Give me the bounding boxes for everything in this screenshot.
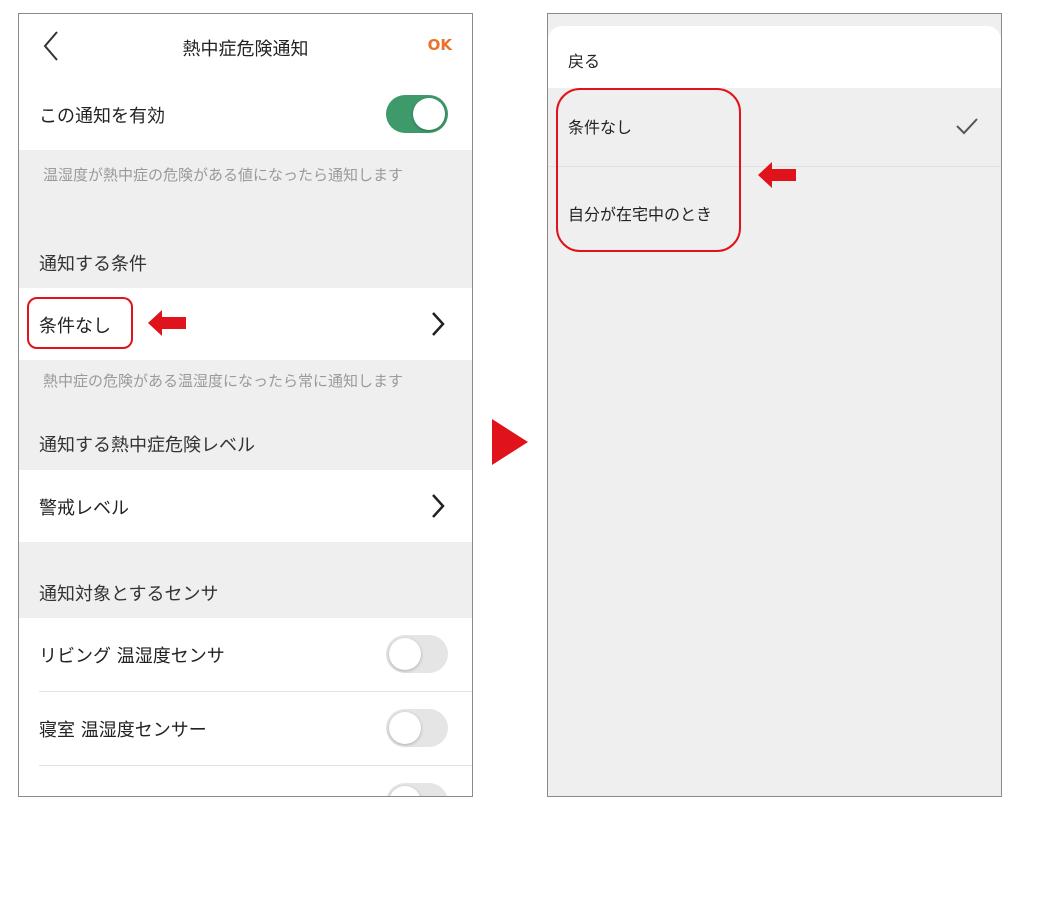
sensor-row[interactable]: リビング 温湿度センサ (19, 618, 472, 691)
level-row[interactable]: 警戒レベル (19, 470, 472, 542)
level-label: 警戒レベル (39, 498, 129, 519)
sensor-row-partial[interactable] (19, 766, 472, 796)
checkmark-icon (956, 118, 978, 135)
left-screen: 熱中症危険通知 OK この通知を有効 温湿度が熱中症の危険がある値になったら通知… (18, 13, 473, 797)
enable-hint-area: 温湿度が熱中症の危険がある値になったら通知します (19, 150, 472, 240)
arrow-right-icon (492, 419, 528, 465)
enable-hint: 温湿度が熱中症の危険がある値になったら通知します (43, 166, 404, 184)
toggle-knob (389, 786, 421, 796)
sensor-toggle[interactable] (386, 635, 448, 673)
condition-section-header: 通知する条件 (19, 240, 472, 288)
arrow-left-icon (148, 310, 186, 336)
condition-hint: 熱中症の危険がある温湿度になったら常に通知します (43, 372, 404, 390)
sensor-section-header: 通知対象とするセンサ (19, 542, 472, 618)
highlight-box (556, 88, 741, 252)
enable-row[interactable]: この通知を有効 (19, 78, 472, 150)
condition-hint-area: 熱中症の危険がある温湿度になったら常に通知します (19, 360, 472, 414)
toggle-knob (389, 712, 421, 744)
sensor-row[interactable]: 寝室 温湿度センサー (19, 692, 472, 765)
level-section-header: 通知する熱中症危険レベル (19, 414, 472, 470)
highlight-box (27, 297, 133, 349)
sensor-section-label: 通知対象とするセンサ (39, 584, 219, 605)
page-title: 熱中症危険通知 (182, 39, 309, 60)
condition-section-label: 通知する条件 (39, 254, 147, 275)
toggle-knob (389, 638, 421, 670)
chevron-right-icon (432, 312, 445, 336)
sensor-toggle[interactable] (386, 709, 448, 747)
level-section-label: 通知する熱中症危険レベル (39, 435, 255, 456)
arrow-left-icon (758, 162, 796, 188)
toggle-knob (413, 98, 445, 130)
chevron-right-icon (432, 494, 445, 518)
back-row[interactable]: 戻る (548, 26, 1001, 88)
enable-toggle[interactable] (386, 95, 448, 133)
ok-button[interactable]: OK (428, 36, 452, 54)
sensor-label: リビング 温湿度センサ (39, 646, 225, 667)
sensor-list: リビング 温湿度センサ 寝室 温湿度センサー (19, 618, 472, 796)
sensor-toggle[interactable] (386, 783, 448, 796)
back-label[interactable]: 戻る (568, 48, 600, 72)
enable-label: この通知を有効 (39, 106, 165, 127)
right-screen: 戻る 条件なし 自分が在宅中のとき (547, 13, 1002, 797)
sensor-label: 寝室 温湿度センサー (39, 720, 207, 741)
nav-bar: 熱中症危険通知 OK (19, 14, 472, 78)
